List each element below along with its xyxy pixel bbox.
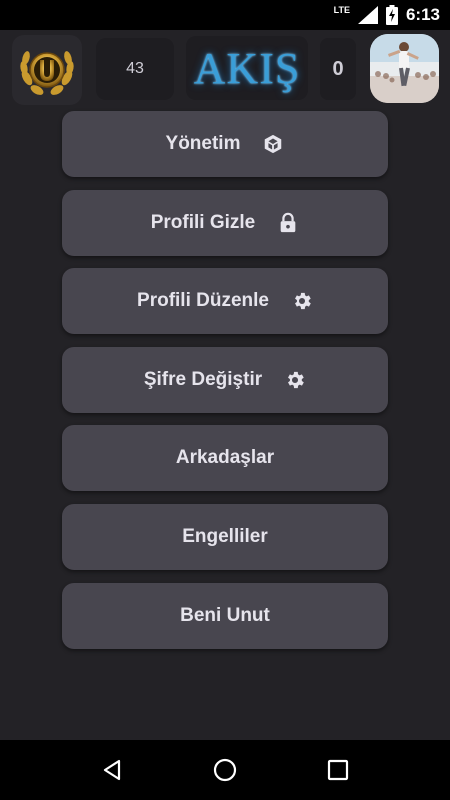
menu-item-label: Profili Gizle — [150, 211, 256, 233]
back-triangle-icon — [103, 759, 120, 781]
friends-button[interactable]: Arkadaşlar — [62, 425, 388, 492]
edit-profile-button[interactable]: Profili Düzenle — [62, 268, 388, 335]
laurel-u-logo-icon[interactable] — [12, 35, 82, 105]
back-button[interactable] — [92, 750, 132, 790]
clock: 6:13 — [405, 5, 440, 24]
app-title: AKIŞ — [186, 36, 308, 100]
system-nav-bar — [0, 740, 450, 800]
yonetim-button[interactable]: Yönetim — [62, 111, 388, 177]
menu-item-label: Beni Unut — [180, 604, 270, 626]
signal-icon — [357, 6, 378, 24]
gear-icon — [288, 371, 304, 388]
lock-icon — [280, 212, 296, 232]
home-button[interactable] — [205, 750, 245, 790]
menu-item-label: Arkadaşlar — [175, 447, 275, 469]
menu-item-label: Şifre Değiştir — [143, 368, 263, 390]
main-menu: Yönetim Profili Gizle Profili Düzenle Şi… — [62, 111, 388, 661]
status-bar: LTE 6:13 — [0, 0, 450, 30]
menu-item-label: Profili Düzenle — [137, 290, 269, 312]
app-header: 43 AKIŞ 0 — [0, 30, 450, 110]
blocked-button[interactable]: Engelliler — [62, 503, 388, 570]
home-circle-icon — [213, 758, 237, 782]
menu-item-label: Yönetim — [165, 133, 241, 154]
recents-square-icon — [328, 759, 349, 781]
logo-emblem — [20, 51, 74, 95]
gear-icon — [295, 293, 311, 310]
cube-icon — [265, 134, 282, 154]
battery-charging-icon — [385, 5, 398, 25]
forget-me-button[interactable]: Beni Unut — [62, 582, 388, 649]
avatar[interactable] — [370, 34, 439, 103]
recents-button[interactable] — [318, 750, 358, 790]
profile-photo — [370, 34, 439, 103]
right-counter[interactable]: 0 — [320, 38, 356, 100]
network-type: LTE — [333, 5, 350, 15]
hide-profile-button[interactable]: Profili Gizle — [62, 189, 388, 256]
menu-item-label: Engelliler — [182, 525, 268, 547]
change-password-button[interactable]: Şifre Değiştir — [62, 346, 388, 413]
left-counter[interactable]: 43 — [96, 38, 174, 100]
